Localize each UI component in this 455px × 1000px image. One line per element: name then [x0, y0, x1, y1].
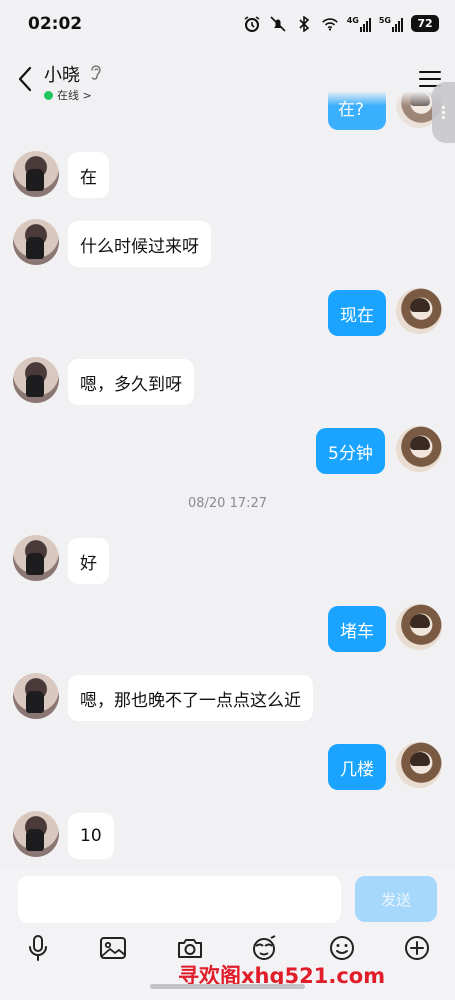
message-bubble-incoming[interactable]: 10 [68, 813, 114, 859]
online-status[interactable]: 在线 > [44, 87, 92, 103]
message-bubble-outgoing[interactable]: 5分钟 [316, 428, 385, 474]
avatar-self[interactable] [396, 742, 442, 788]
avatar-contact[interactable] [13, 535, 59, 581]
message-composer: 发送 寻欢阁xhg521.com [0, 868, 455, 1000]
camera-icon [178, 939, 202, 958]
back-button[interactable] [12, 64, 38, 94]
message-list[interactable]: 在? 在 什么时候过来呀 现在 嗯，多久到呀 5分钟 08/20 17:27 好… [0, 0, 455, 870]
message-timestamp: 08/20 17:27 [187, 496, 268, 511]
message-bubble-incoming[interactable]: 什么时候过来呀 [68, 221, 211, 267]
message-bubble-incoming[interactable]: 嗯，多久到呀 [68, 359, 194, 405]
side-drawer-handle[interactable] [432, 82, 455, 143]
online-dot-icon [44, 90, 53, 100]
mask-icon [253, 935, 276, 960]
avatar-contact[interactable] [13, 673, 59, 719]
plus-icon [405, 936, 429, 960]
message-bubble-outgoing[interactable]: 几楼 [328, 744, 386, 790]
avatar-self[interactable] [396, 426, 442, 472]
image-icon [100, 937, 126, 959]
avatar-self[interactable] [396, 604, 442, 650]
avatar-contact[interactable] [13, 219, 59, 265]
image-button[interactable] [97, 932, 129, 964]
microphone-button[interactable] [22, 932, 54, 964]
send-button[interactable]: 发送 [355, 876, 437, 922]
avatar-contact[interactable] [13, 357, 59, 403]
contact-name[interactable]: 小晓 [44, 61, 80, 87]
message-bubble-incoming[interactable]: 好 [68, 538, 109, 584]
chevron-left-icon [18, 66, 32, 92]
ear-icon [91, 65, 101, 80]
microphone-icon [29, 935, 47, 961]
home-indicator[interactable] [150, 984, 305, 989]
message-bubble-outgoing[interactable]: 现在 [328, 290, 386, 336]
avatar-contact[interactable] [13, 811, 59, 857]
message-input[interactable] [18, 876, 341, 923]
message-bubble-incoming[interactable]: 在 [68, 152, 109, 198]
emoji-icon [330, 936, 354, 960]
message-bubble-outgoing[interactable]: 堵车 [328, 606, 386, 652]
avatar-contact[interactable] [13, 151, 59, 197]
add-button[interactable] [401, 932, 433, 964]
chat-header: 小晓 在线 > [0, 56, 455, 106]
avatar-self[interactable] [396, 288, 442, 334]
online-status-label: 在线 > [57, 89, 92, 102]
message-bubble-incoming[interactable]: 嗯，那也晚不了一点点这么近 [68, 675, 313, 721]
